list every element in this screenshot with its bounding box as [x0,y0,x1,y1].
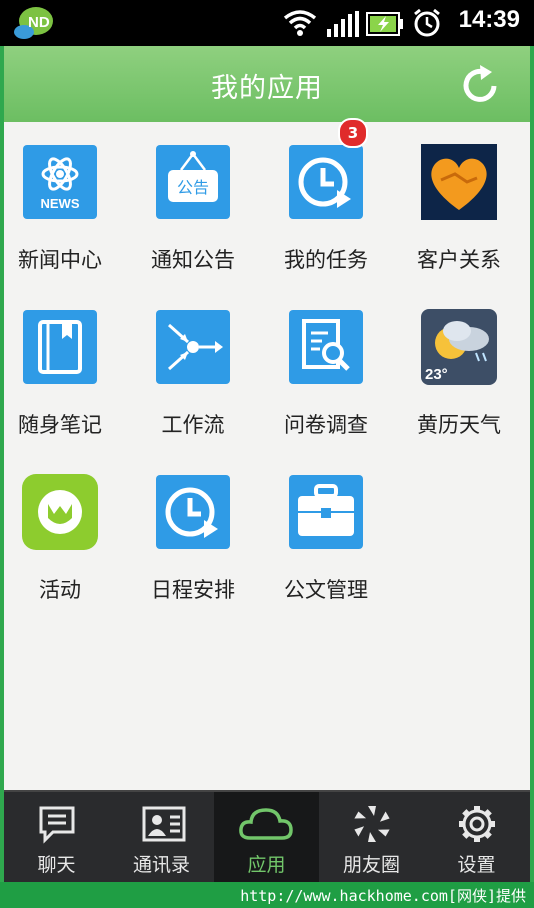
nav-item-moments[interactable]: 朋友圈 [319,792,424,884]
watermark-bar: http://www.hackhome.com[网侠]提供 [0,882,534,908]
bottom-nav: 聊天 通讯录 应用 朋友圈 设置 [4,790,530,884]
app-schedule[interactable]: 日程安排 [139,452,271,612]
contacts-icon [142,804,186,848]
moments-icon [352,804,392,848]
nav-item-settings[interactable]: 设置 [424,792,529,884]
logo-text: ND [28,14,50,31]
signal-icon [327,11,359,41]
app-survey[interactable]: 问卷调查 [272,287,404,447]
nav-item-contacts[interactable]: 通讯录 [109,792,214,884]
briefcase-icon [288,474,364,550]
nav-label: 通讯录 [132,854,190,876]
task-clock-icon [288,144,364,220]
chat-icon [37,804,77,848]
notice-board-icon: 公告 [155,144,231,220]
weather-icon: 23° [421,309,497,385]
status-bar: ND 14:39 [0,0,534,46]
app-label: 新闻中心 [18,248,102,272]
app-news-center[interactable]: NEWS 新闻中心 [6,122,138,282]
cloud-icon [238,804,294,848]
battery-charging-icon [366,12,404,40]
app-label: 通知公告 [151,248,235,272]
app-notice[interactable]: 公告 通知公告 [139,122,271,282]
app-label: 客户关系 [417,248,501,272]
app-label: 随身笔记 [18,413,102,437]
alarm-icon [412,8,442,42]
news-icon: NEWS [22,144,98,220]
news-icon-text: NEWS [41,196,80,211]
activity-icon [22,474,98,550]
nav-label: 设置 [457,854,496,876]
nav-item-apps[interactable]: 应用 [214,792,319,884]
app-label: 活动 [39,578,81,602]
app-label: 我的任务 [284,248,368,272]
nav-label: 聊天 [37,854,76,876]
app-workflow[interactable]: 工作流 [139,287,271,447]
app-activity[interactable]: 活动 [6,452,138,612]
settings-gear-icon [457,804,497,848]
app-customer-relations[interactable]: 客户关系 [405,122,534,282]
watermark-text: http://www.hackhome.com[网侠]提供 [240,887,526,905]
title-bar: 我的应用 [4,46,530,123]
app-label: 公文管理 [284,578,368,602]
handshake-heart-icon [421,144,497,220]
app-document-management[interactable]: 公文管理 [272,452,404,612]
nav-label: 朋友圈 [342,854,400,876]
nd-app-icon: ND [12,5,56,45]
app-weather[interactable]: 23° 黄历天气 [405,287,534,447]
weather-temp-text: 23° [425,366,448,383]
task-count-badge: 3 [338,118,368,148]
notebook-icon [22,309,98,385]
clock-time: 14:39 [458,6,520,33]
app-notes[interactable]: 随身笔记 [6,287,138,447]
survey-search-icon [288,309,364,385]
wifi-icon [283,9,317,41]
notice-icon-text: 公告 [177,178,209,197]
refresh-icon[interactable] [462,64,500,108]
app-label: 黄历天气 [417,413,501,437]
app-label: 工作流 [161,413,225,437]
nav-item-chat[interactable]: 聊天 [4,792,109,884]
app-label: 日程安排 [151,578,235,602]
nav-label: 应用 [247,854,286,876]
workflow-icon [155,309,231,385]
page-title: 我的应用 [211,73,323,104]
app-grid-area: NEWS 新闻中心 公告 通知公告 3 我的任务 客户关系 随身笔记 工作流 问… [4,118,530,790]
app-label: 问卷调查 [284,413,368,437]
app-my-tasks[interactable]: 3 我的任务 [272,118,404,282]
schedule-clock-icon [155,474,231,550]
